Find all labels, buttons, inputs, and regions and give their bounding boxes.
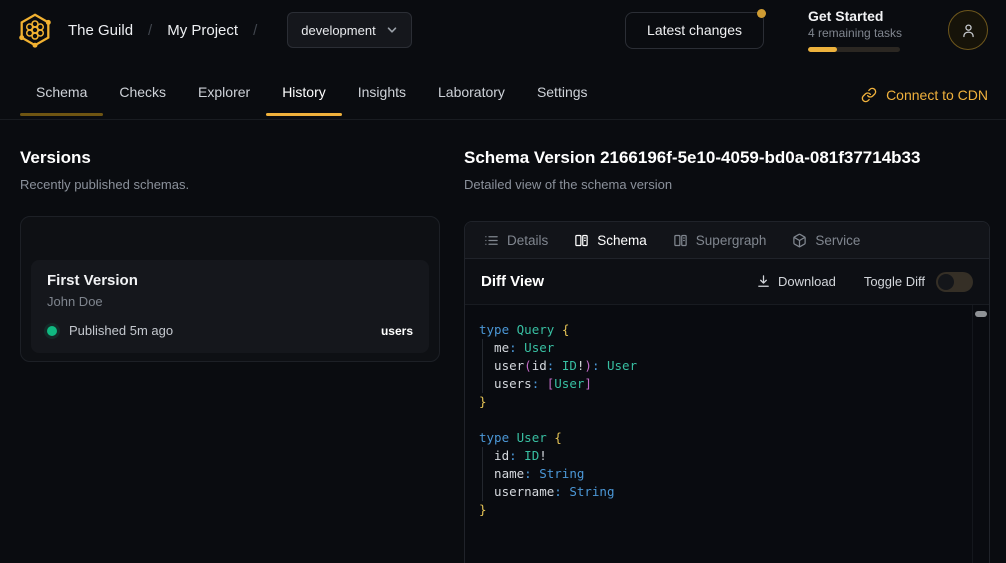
versions-subtitle: Recently published schemas. xyxy=(20,177,440,192)
version-author: John Doe xyxy=(47,294,413,309)
toggle-knob xyxy=(938,274,954,290)
tab-label: Schema xyxy=(36,84,87,100)
code-line xyxy=(479,411,967,429)
tab-settings[interactable]: Settings xyxy=(521,69,604,115)
tab-label: History xyxy=(282,84,326,100)
header-actions: Latest changes Get Started 4 remaining t… xyxy=(625,8,988,52)
code-line: } xyxy=(479,501,967,519)
environment-selector[interactable]: development xyxy=(287,12,411,48)
tab-label: Settings xyxy=(537,84,588,100)
version-name: First Version xyxy=(47,272,413,289)
list-icon xyxy=(484,233,499,248)
panels-icon xyxy=(574,233,589,248)
toggle-diff-label: Toggle Diff xyxy=(864,274,925,289)
latest-changes-button[interactable]: Latest changes xyxy=(625,12,764,49)
detail-tab-label: Details xyxy=(507,233,548,248)
code-line: users: [User] xyxy=(479,375,967,393)
schema-viewer-panel: Details Schema xyxy=(464,221,990,563)
user-avatar-button[interactable] xyxy=(948,10,988,50)
versions-title: Versions xyxy=(20,148,440,168)
get-started-widget[interactable]: Get Started 4 remaining tasks xyxy=(808,8,904,52)
code-line: name: String xyxy=(479,465,967,483)
environment-selector-value: development xyxy=(301,23,375,38)
latest-changes-label: Latest changes xyxy=(647,22,742,38)
detail-tab-label: Service xyxy=(815,233,860,248)
detail-tab-supergraph[interactable]: Supergraph xyxy=(660,222,780,258)
tab-history[interactable]: History xyxy=(266,69,342,115)
tab-checks[interactable]: Checks xyxy=(103,69,182,115)
main-nav: Schema Checks Explorer History Insights … xyxy=(0,60,1006,120)
download-icon xyxy=(756,274,771,289)
download-label: Download xyxy=(778,274,836,289)
breadcrumb: The Guild / My Project / development xyxy=(16,11,412,49)
breadcrumb-separator: / xyxy=(148,22,152,39)
detail-tab-label: Schema xyxy=(597,233,647,248)
tab-laboratory[interactable]: Laboratory xyxy=(422,69,521,115)
version-detail-subtitle: Detailed view of the schema version xyxy=(464,177,990,192)
app-header: The Guild / My Project / development Lat… xyxy=(0,0,1006,60)
main-content: Versions Recently published schemas. Fir… xyxy=(0,120,1006,563)
detail-tab-label: Supergraph xyxy=(696,233,767,248)
tab-label: Explorer xyxy=(198,84,250,100)
code-line: username: String xyxy=(479,483,967,501)
breadcrumb-project[interactable]: My Project xyxy=(167,22,238,39)
version-status-text: Published 5m ago xyxy=(69,323,381,338)
schema-code-viewer: type Query { me: User user(id: ID!): Use… xyxy=(465,305,989,563)
service-badge: users xyxy=(381,324,413,338)
code-line: } xyxy=(479,393,967,411)
detail-tab-details[interactable]: Details xyxy=(471,222,561,258)
published-status-dot xyxy=(47,326,57,336)
version-detail-tabs: Details Schema xyxy=(465,222,989,259)
guild-logo-icon[interactable] xyxy=(16,11,54,49)
download-button[interactable]: Download xyxy=(756,274,836,289)
indent-guide xyxy=(482,339,483,393)
connect-to-cdn-label: Connect to CDN xyxy=(886,87,988,103)
tab-label: Insights xyxy=(358,84,406,100)
code-scrollbar-track xyxy=(972,305,989,563)
code-content: type Query { me: User user(id: ID!): Use… xyxy=(479,321,967,519)
diff-view-title: Diff View xyxy=(481,273,756,290)
panels-icon xyxy=(673,233,688,248)
get-started-subtitle: 4 remaining tasks xyxy=(808,26,904,40)
diff-view-header: Diff View Download Toggle Diff xyxy=(465,259,989,305)
detail-tab-service[interactable]: Service xyxy=(779,222,873,258)
get-started-title: Get Started xyxy=(808,8,904,24)
code-line: type User { xyxy=(479,429,967,447)
connect-to-cdn-button[interactable]: Connect to CDN xyxy=(861,87,988,103)
code-line: user(id: ID!): User xyxy=(479,357,967,375)
code-scrollbar-handle[interactable] xyxy=(975,311,987,317)
tab-schema[interactable]: Schema xyxy=(20,69,103,115)
code-line: me: User xyxy=(479,339,967,357)
chevron-down-icon xyxy=(386,24,398,36)
version-detail-panel: Schema Version 2166196f-5e10-4059-bd0a-0… xyxy=(464,148,990,563)
get-started-progressbar xyxy=(808,47,900,52)
code-line: id: ID! xyxy=(479,447,967,465)
nav-tabs: Schema Checks Explorer History Insights … xyxy=(20,69,604,119)
box-icon xyxy=(792,233,807,248)
notification-dot xyxy=(757,9,766,18)
versions-panel: Versions Recently published schemas. Fir… xyxy=(20,148,440,563)
breadcrumb-separator: / xyxy=(253,22,257,39)
get-started-progress-fill xyxy=(808,47,837,52)
breadcrumb-org[interactable]: The Guild xyxy=(68,22,133,39)
link-icon xyxy=(861,87,877,103)
indent-guide xyxy=(482,447,483,501)
tab-label: Checks xyxy=(119,84,166,100)
tab-label: Laboratory xyxy=(438,84,505,100)
versions-list: First Version John Doe Published 5m ago … xyxy=(20,216,440,362)
code-line: type Query { xyxy=(479,321,967,339)
tab-insights[interactable]: Insights xyxy=(342,69,422,115)
toggle-diff-control: Toggle Diff xyxy=(864,272,973,292)
user-icon xyxy=(960,22,977,39)
version-detail-title: Schema Version 2166196f-5e10-4059-bd0a-0… xyxy=(464,148,990,168)
detail-tab-schema[interactable]: Schema xyxy=(561,222,660,258)
tab-explorer[interactable]: Explorer xyxy=(182,69,266,115)
version-status-row: Published 5m ago users xyxy=(47,323,413,338)
version-list-item[interactable]: First Version John Doe Published 5m ago … xyxy=(31,260,429,353)
toggle-diff-switch[interactable] xyxy=(936,272,973,292)
